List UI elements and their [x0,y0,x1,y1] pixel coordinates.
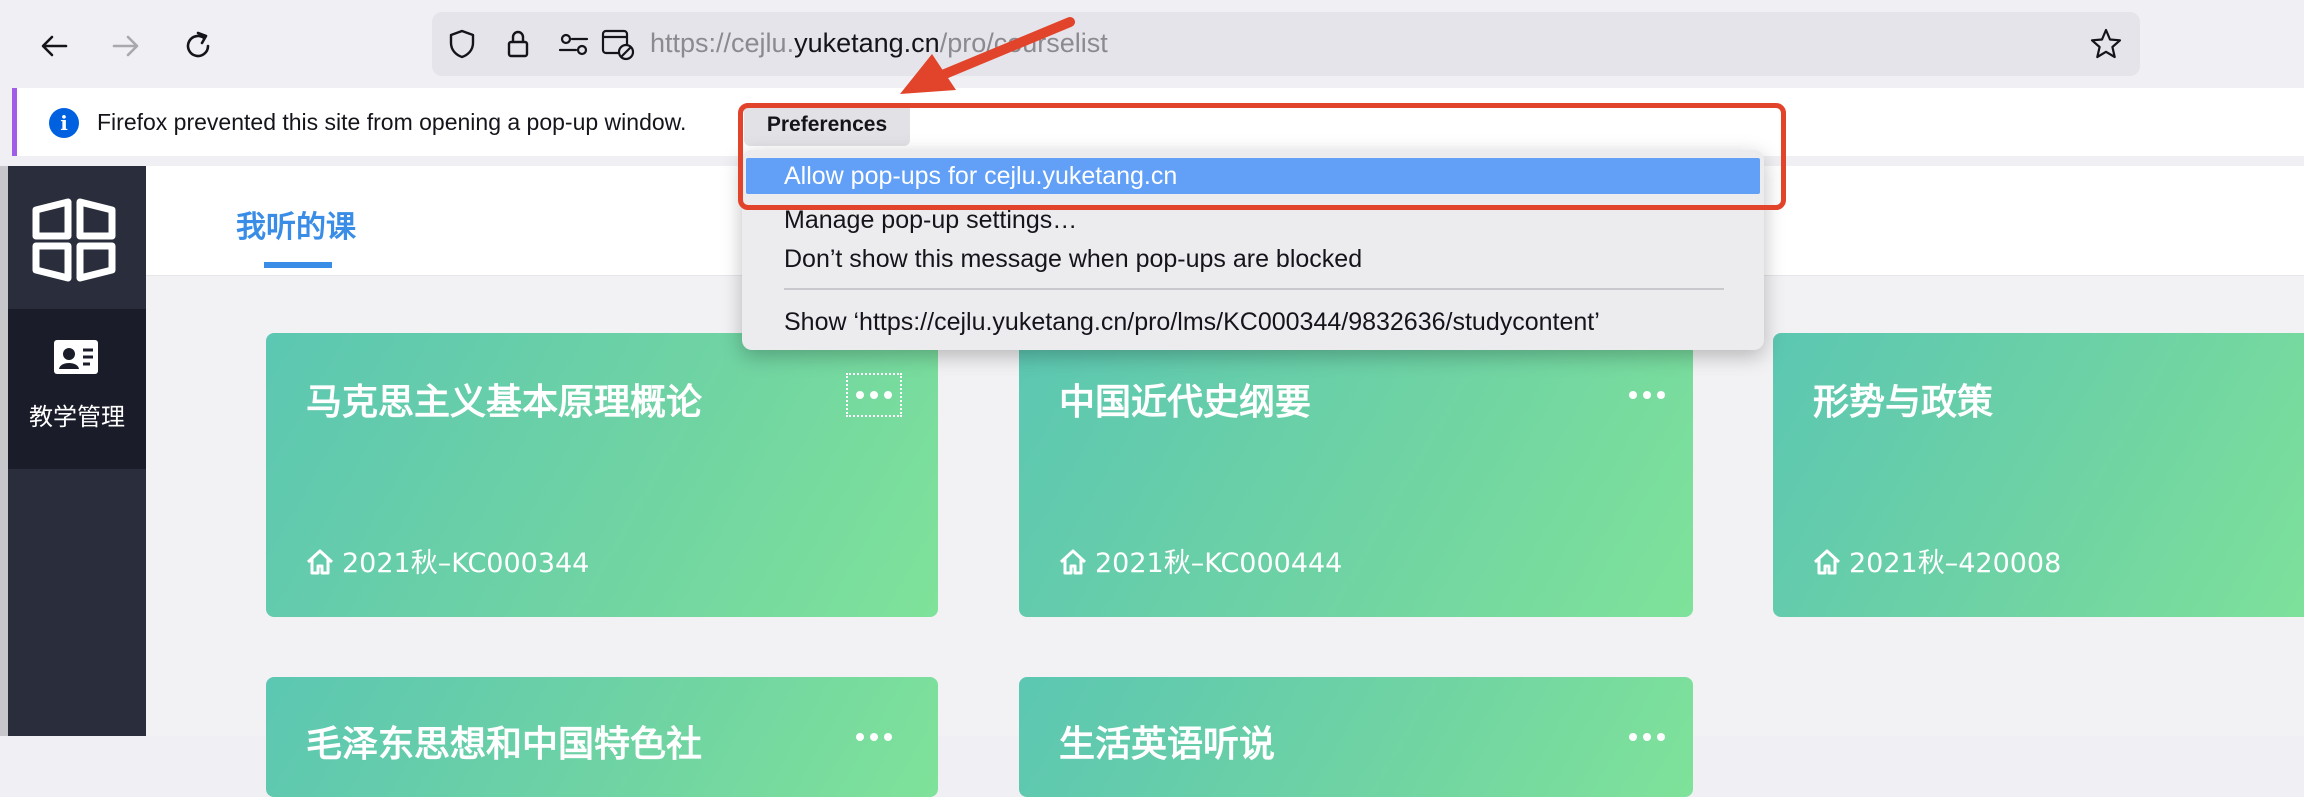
shield-icon[interactable] [444,26,480,62]
sidebar-item-label: 教学管理 [29,403,125,431]
course-title: 中国近代史纲要 [1059,382,1312,423]
course-code: 2021秋–KC000344 [306,541,589,580]
course-card[interactable]: 毛泽东思想和中国特色社 [266,677,938,797]
back-arrow-icon [41,35,68,57]
bookmark-star-icon[interactable] [2088,26,2124,62]
menu-item-dont-show-message[interactable]: Don’t show this message when pop-ups are… [742,241,1764,277]
browser-toolbar: https://cejlu.yuketang.cn/pro/courselist [0,0,2304,84]
course-code-text: 2021秋–KC000344 [342,548,590,579]
annotation-arrow-icon [900,17,1075,94]
popup-blocked-icon[interactable] [600,26,636,62]
more-options-icon[interactable] [1621,375,1673,415]
more-options-icon[interactable] [848,717,900,757]
course-card[interactable]: 形势与政策 2021秋–420008 [1773,333,2304,617]
info-icon: i [49,108,79,138]
more-options-icon[interactable] [1621,717,1673,757]
window-edge [0,166,8,736]
more-options-icon[interactable] [846,373,902,417]
url-prefix: https://cejlu. [650,28,795,58]
app-logo-icon[interactable] [30,196,118,284]
course-title: 形势与政策 [1813,382,1994,423]
reload-button[interactable] [170,18,226,74]
sidebar: 教学管理 [0,166,146,736]
id-card-icon [54,340,98,374]
course-code: 2021秋–KC000444 [1059,541,1342,580]
forward-button[interactable] [98,18,154,74]
active-tab-indicator [264,262,332,268]
home-icon [306,549,334,575]
course-card[interactable]: 马克思主义基本原理概论 2021秋–KC000344 [266,333,938,617]
tab-my-courses[interactable]: 我听的课 [236,202,356,246]
forward-arrow-icon [112,35,139,57]
lock-icon[interactable] [500,26,536,62]
course-code-text: 2021秋–KC000444 [1095,548,1343,579]
course-code: 2021秋–420008 [1813,541,2061,580]
home-icon [1813,549,1841,575]
course-code-text: 2021秋–420008 [1849,548,2062,579]
annotation-highlight-box [738,103,1786,210]
back-button[interactable] [26,18,82,74]
reload-icon [186,31,210,58]
sidebar-item-teaching-management[interactable]: 教学管理 [8,309,146,469]
course-title: 毛泽东思想和中国特色社 [306,724,703,765]
course-title: 生活英语听说 [1059,724,1276,765]
url-bar[interactable]: https://cejlu.yuketang.cn/pro/courselist [432,12,2140,76]
menu-separator [784,288,1724,290]
course-card[interactable]: 生活英语听说 [1019,677,1693,797]
notification-message: Firefox prevented this site from opening… [97,109,687,135]
permissions-icon[interactable] [556,26,592,62]
course-title: 马克思主义基本原理概论 [306,382,703,423]
course-card[interactable]: 中国近代史纲要 2021秋–KC000444 [1019,333,1693,617]
menu-item-show-popup-url[interactable]: Show ‘https://cejlu.yuketang.cn/pro/lms/… [742,304,1764,340]
home-icon [1059,549,1087,575]
